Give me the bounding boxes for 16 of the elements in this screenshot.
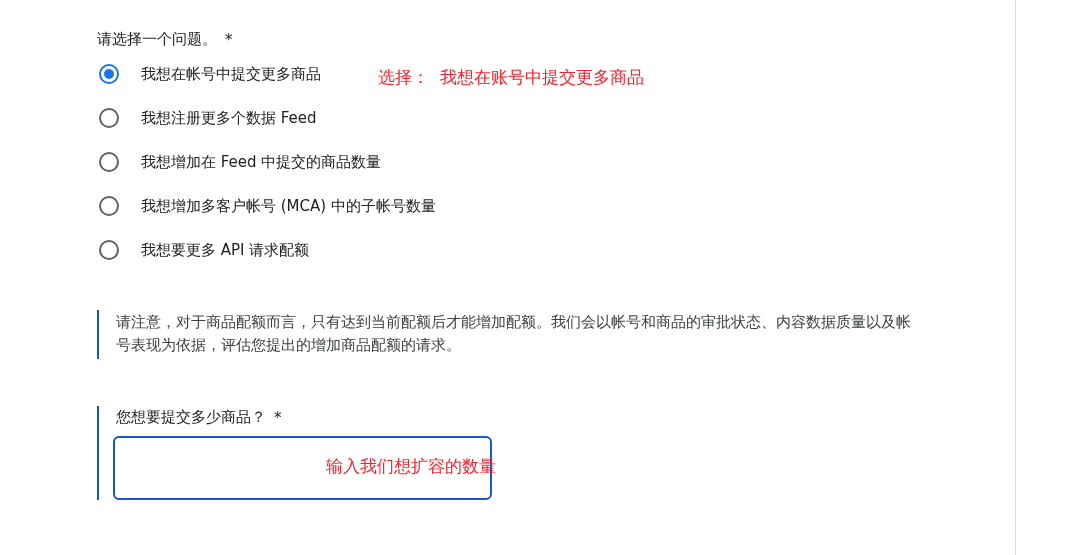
note-text: 请注意，对于商品配额而言，只有达到当前配额后才能增加配额。我们会以帐号和商品的审批状态、内容数据质量以及帐号表现为依据，评估您提出的增加商品配额的请求。 [116,312,912,356]
option-label[interactable]: 我想要更多 API 请求配额 [141,240,310,260]
required-mark: * [274,408,282,427]
quantity-label: 您想要提交多少商品？ [116,408,266,427]
option-label[interactable]: 我想增加多客户帐号 (MCA) 中的子帐号数量 [141,196,436,216]
radio-button[interactable] [99,152,119,172]
required-mark: * [225,30,233,49]
radio-button[interactable] [99,196,119,216]
question-label: 请选择一个问题。 [97,30,217,49]
option-label[interactable]: 我想在帐号中提交更多商品 [141,64,321,84]
option-label[interactable]: 我想注册更多个数据 Feed [141,108,317,128]
radio-button[interactable] [99,64,119,84]
radio-button[interactable] [99,240,119,260]
option-label[interactable]: 我想增加在 Feed 中提交的商品数量 [141,152,382,172]
annotation-text: 选择： 我想在账号中提交更多商品 [378,66,644,89]
radio-button[interactable] [99,108,119,128]
